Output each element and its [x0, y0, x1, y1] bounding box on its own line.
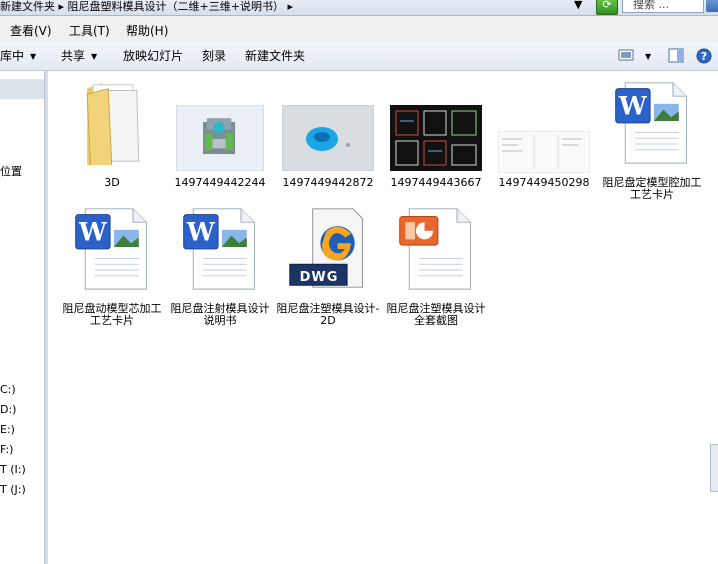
- nav-drive-i[interactable]: T (I:): [0, 463, 26, 476]
- word-document-icon: W: [75, 208, 147, 290]
- file-name: 阻尼盘注塑模具设计-2D: [276, 302, 380, 327]
- share-label: 共享: [61, 49, 86, 63]
- nav-selected-item[interactable]: [0, 79, 44, 99]
- file-item[interactable]: W 阻尼盘动模型芯加工工艺卡片: [58, 205, 166, 335]
- svg-text:W: W: [186, 217, 216, 246]
- chevron-down-icon: ▼: [30, 52, 37, 61]
- nav-drive-j[interactable]: T (J:): [0, 483, 26, 496]
- svg-text:W: W: [618, 91, 648, 120]
- chevron-down-icon: ▼: [91, 52, 98, 61]
- nav-drive-e[interactable]: E:): [0, 423, 15, 436]
- dwg-badge: DWG: [299, 270, 339, 285]
- file-name: 1497449443667: [390, 176, 482, 189]
- address-dropdown-icon[interactable]: ▼: [574, 0, 582, 11]
- menu-tools[interactable]: 工具(T): [69, 22, 110, 39]
- svg-text:W: W: [78, 217, 108, 246]
- file-name: 1497449442872: [282, 176, 374, 189]
- file-name: 阻尼盘动模型芯加工工艺卡片: [62, 302, 162, 327]
- menu-help[interactable]: 帮助(H): [126, 22, 168, 39]
- nav-drive-c[interactable]: C:): [0, 383, 16, 396]
- folder-icon: [86, 82, 140, 165]
- nav-item-location[interactable]: 位置: [0, 163, 22, 179]
- file-item[interactable]: 1497449442244: [166, 79, 274, 199]
- search-icon[interactable]: [706, 0, 718, 12]
- preview-pane-icon[interactable]: [668, 48, 684, 66]
- file-item[interactable]: 阻尼盘注塑模具设计全套截图: [382, 205, 490, 335]
- slideshow-button[interactable]: 放映幻灯片: [123, 47, 183, 64]
- file-item[interactable]: 1497449443667: [382, 79, 490, 199]
- file-name: 3D: [104, 176, 120, 189]
- navigation-pane: 位置 C:) D:) E:) F:) T (I:) T (J:): [0, 71, 44, 564]
- document-thumbnail-icon: [498, 131, 590, 173]
- include-in-library-label: 库中: [0, 49, 25, 63]
- menu-bar: 查看(V) 工具(T) 帮助(H): [0, 16, 718, 42]
- svg-text:?: ?: [701, 50, 707, 63]
- file-name: 阻尼盘注塑模具设计全套截图: [386, 302, 486, 327]
- view-options-dropdown-icon[interactable]: ▼: [645, 52, 651, 61]
- image-thumbnail-icon: [282, 105, 374, 171]
- cad-drawing-thumbnail-icon: [390, 105, 482, 171]
- file-item[interactable]: 1497449450298: [490, 79, 598, 199]
- refresh-icon[interactable]: ⟳: [596, 0, 618, 15]
- nav-drive-d[interactable]: D:): [0, 403, 16, 416]
- file-item[interactable]: DWG 阻尼盘注塑模具设计-2D: [274, 205, 382, 335]
- file-item[interactable]: 1497449442872: [274, 79, 382, 199]
- image-thumbnail-icon: [176, 105, 264, 171]
- file-name: 1497449450298: [498, 176, 590, 189]
- file-name: 阻尼盘注射模具设计说明书: [170, 302, 270, 327]
- command-toolbar: 库中 ▼ 共享 ▼ 放映幻灯片 刻录 新建文件夹 ▼ ?: [0, 42, 718, 71]
- search-input[interactable]: 搜索 ...: [622, 0, 704, 13]
- file-list: 3D 1497449442244 1497449442872 149744944…: [48, 71, 718, 564]
- menu-view[interactable]: 查看(V): [10, 22, 52, 39]
- new-folder-button[interactable]: 新建文件夹: [245, 47, 305, 64]
- address-bar[interactable]: 新建文件夹 ▸ 阻尼盘塑料模具设计（二维+三维+说明书） ▸ ▼ ⟳ 搜索 ..…: [0, 0, 718, 16]
- burn-button[interactable]: 刻录: [202, 47, 226, 64]
- share-button[interactable]: 共享 ▼: [61, 47, 97, 64]
- file-item[interactable]: 3D: [58, 79, 166, 199]
- file-item[interactable]: W 阻尼盘定模型腔加工工艺卡片: [598, 79, 706, 209]
- file-name: 1497449442244: [174, 176, 266, 189]
- file-item[interactable]: W 阻尼盘注射模具设计说明书: [166, 205, 274, 335]
- help-icon[interactable]: ?: [696, 48, 712, 67]
- change-view-icon[interactable]: [618, 48, 634, 65]
- scroll-handle[interactable]: [710, 444, 718, 492]
- file-name: 阻尼盘定模型腔加工工艺卡片: [602, 176, 702, 201]
- address-path[interactable]: 新建文件夹 ▸ 阻尼盘塑料模具设计（二维+三维+说明书） ▸: [0, 0, 293, 14]
- word-document-icon: W: [183, 208, 255, 290]
- include-in-library-button[interactable]: 库中 ▼: [0, 47, 36, 64]
- nav-drive-f[interactable]: F:): [0, 443, 13, 456]
- word-document-icon: W: [615, 82, 687, 164]
- powerpoint-document-icon: [399, 208, 471, 290]
